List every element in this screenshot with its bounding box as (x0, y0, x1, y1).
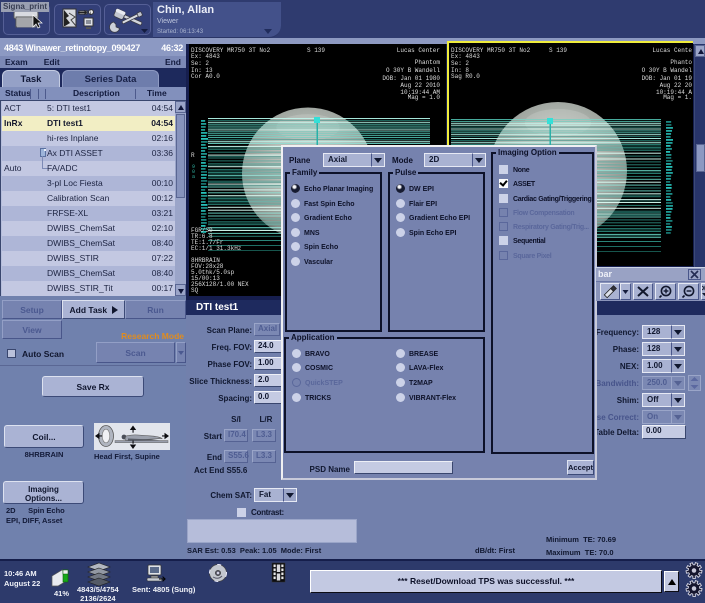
svg-text:i: i (90, 10, 91, 16)
